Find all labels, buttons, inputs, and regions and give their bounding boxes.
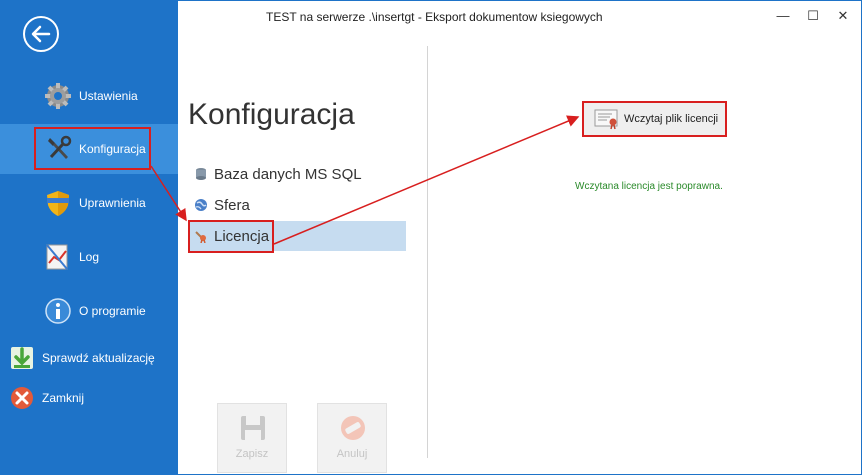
annotation-arrows (150, 115, 580, 245)
arrow-to-licencja (150, 165, 187, 222)
arrow-to-load-license (273, 115, 580, 245)
